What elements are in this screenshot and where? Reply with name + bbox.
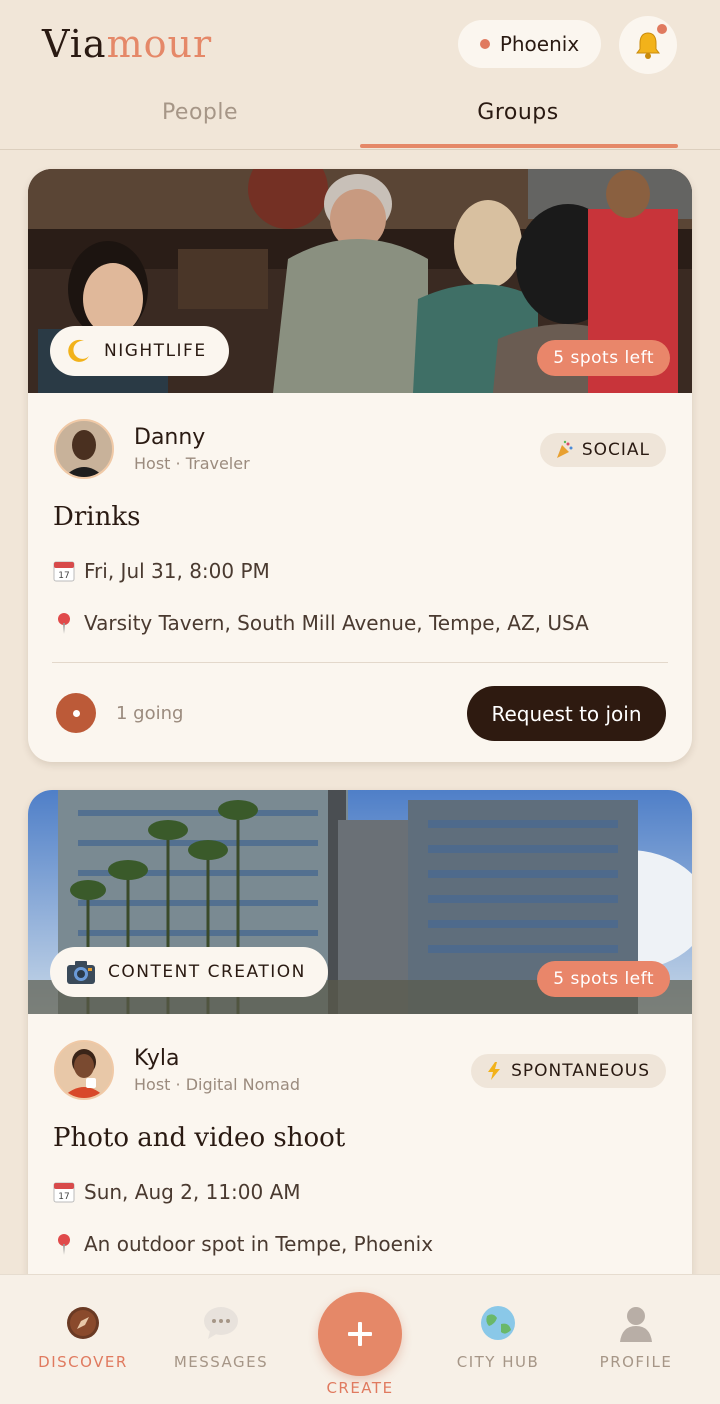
event-date: 17 Sun, Aug 2, 11:00 AM (52, 1180, 301, 1204)
spots-left-badge: 5 spots left (537, 961, 670, 997)
notification-badge (657, 24, 667, 34)
event-title: Drinks (53, 502, 141, 532)
tab-bar: People Groups (0, 86, 720, 150)
event-location: An outdoor spot in Tempe, Phoenix (52, 1232, 433, 1256)
active-tab-indicator (360, 144, 678, 148)
speech-bubble-icon (204, 1307, 238, 1339)
attendee-avatar (56, 693, 96, 733)
avatar (54, 1040, 114, 1100)
nav-discover-label: DISCOVER (38, 1353, 128, 1371)
tab-people[interactable]: People (40, 100, 360, 125)
nav-messages[interactable]: MESSAGES (151, 1303, 291, 1371)
request-to-join-button[interactable]: Request to join (467, 686, 666, 741)
attendees[interactable]: 1 going (56, 693, 183, 733)
nav-profile-label: PROFILE (599, 1353, 673, 1371)
person-silhouette-icon (620, 1307, 652, 1342)
event-location-text: Varsity Tavern, South Mill Avenue, Tempe… (84, 611, 589, 635)
notifications-button[interactable] (619, 16, 677, 74)
event-date-text: Fri, Jul 31, 8:00 PM (84, 559, 270, 583)
event-date: 17 Fri, Jul 31, 8:00 PM (52, 559, 270, 583)
event-date-text: Sun, Aug 2, 11:00 AM (84, 1180, 301, 1204)
city-label: Phoenix (499, 32, 580, 56)
category-label: CONTENT CREATION (108, 962, 306, 982)
create-button[interactable] (318, 1292, 402, 1376)
bottom-nav: DISCOVER MESSAGES CREATE CITY HUB PROFIL… (0, 1274, 720, 1404)
nav-discover[interactable]: DISCOVER (13, 1303, 153, 1371)
event-photo: NIGHTLIFE 5 spots left (28, 169, 692, 393)
svg-text:17: 17 (58, 571, 69, 581)
lightning-icon (488, 1062, 501, 1080)
location-pin-icon (58, 1234, 70, 1255)
logo-text-primary: Via (42, 22, 107, 66)
moon-icon (68, 339, 89, 362)
nav-messages-label: MESSAGES (173, 1353, 269, 1371)
category-badge: CONTENT CREATION (50, 947, 328, 997)
app-header: Viamour Phoenix People Groups (0, 0, 720, 150)
category-badge: NIGHTLIFE (50, 326, 229, 376)
camera-icon (67, 961, 95, 984)
tab-groups[interactable]: Groups (358, 100, 678, 125)
svg-text:17: 17 (58, 1192, 69, 1202)
event-location: Varsity Tavern, South Mill Avenue, Tempe… (52, 611, 589, 635)
plus-icon (348, 1322, 372, 1346)
app-logo: Viamour (42, 22, 212, 66)
category-label: NIGHTLIFE (104, 341, 207, 361)
calendar-icon: 17 (53, 561, 75, 582)
vibe-label: SOCIAL (581, 440, 650, 460)
host-role: Host · Traveler (134, 454, 250, 473)
nav-city-hub[interactable]: CITY HUB (428, 1303, 568, 1371)
going-count: 1 going (116, 702, 184, 724)
logo-text-accent: mour (106, 22, 213, 66)
event-photo: CONTENT CREATION 5 spots left (28, 790, 692, 1014)
vibe-badge: SOCIAL (539, 433, 666, 467)
host-info[interactable]: Danny Host · Traveler (54, 419, 250, 479)
host-info[interactable]: Kyla Host · Digital Nomad (54, 1040, 300, 1100)
party-popper-icon (556, 440, 573, 458)
divider (52, 662, 668, 663)
group-card[interactable]: NIGHTLIFE 5 spots left Danny Host · Trav… (28, 169, 692, 762)
vibe-badge: SPONTANEOUS (471, 1054, 666, 1088)
nav-create-label: CREATE (326, 1379, 394, 1397)
globe-icon (481, 1306, 515, 1340)
calendar-icon: 17 (53, 1182, 75, 1203)
host-role: Host · Digital Nomad (134, 1075, 300, 1094)
group-card[interactable]: CONTENT CREATION 5 spots left Kyla Host … (28, 790, 692, 1310)
bell-icon (636, 32, 660, 59)
host-name: Danny (134, 425, 206, 450)
city-selector[interactable]: Phoenix (458, 20, 601, 68)
location-pin-icon (58, 613, 70, 634)
vibe-label: SPONTANEOUS (511, 1061, 650, 1081)
spots-left-badge: 5 spots left (537, 340, 670, 376)
event-location-text: An outdoor spot in Tempe, Phoenix (84, 1232, 434, 1256)
event-title: Photo and video shoot (53, 1123, 346, 1153)
compass-icon (67, 1307, 99, 1339)
nav-city-hub-label: CITY HUB (456, 1353, 540, 1371)
nav-profile[interactable]: PROFILE (566, 1303, 706, 1371)
avatar (54, 419, 114, 479)
city-status-dot (479, 39, 490, 49)
host-name: Kyla (134, 1046, 180, 1071)
